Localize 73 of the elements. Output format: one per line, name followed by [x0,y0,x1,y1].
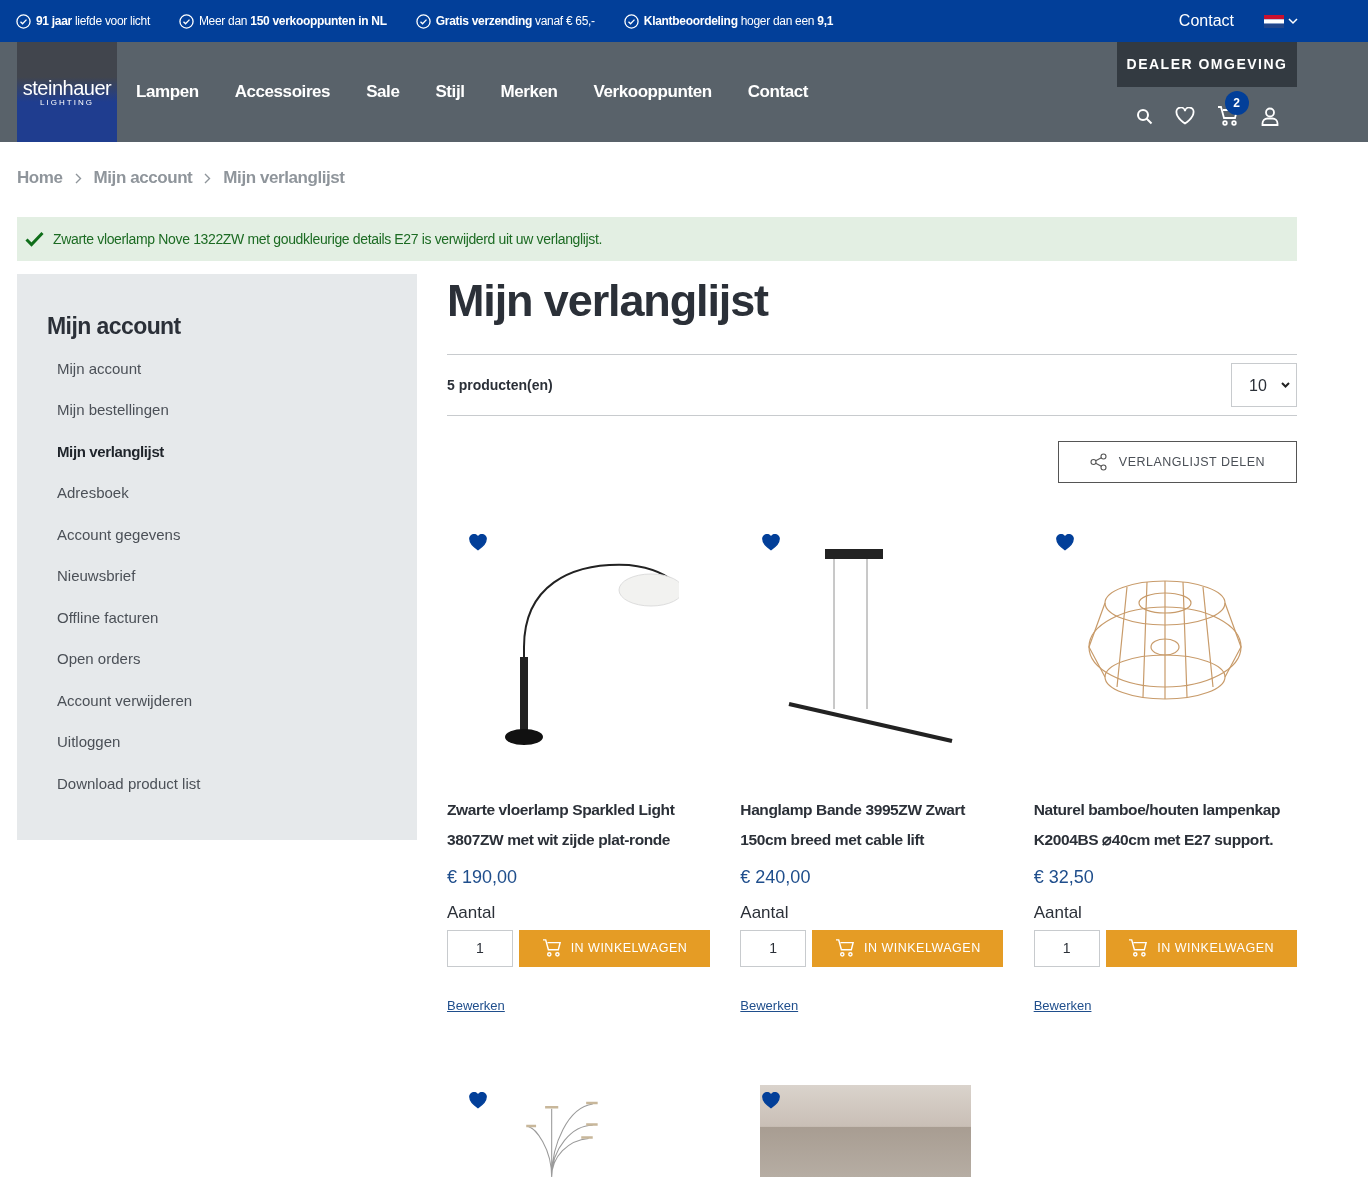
sidebar-link[interactable]: Mijn account [57,357,417,399]
wishlist-heart-icon[interactable] [1055,534,1074,551]
cart-count-badge: 2 [1224,91,1249,115]
chevron-right-icon [74,172,82,184]
sidebar-title: Mijn account [47,312,182,341]
nav-link[interactable]: Merken [500,79,558,105]
message-text: Zwarte vloerlamp Nove 1322ZW met goudkleurige details E27 is verwijderd uit uw verlanglijst. [53,229,603,249]
cart-icon [1128,939,1149,957]
quantity-input[interactable]: 1 [740,929,807,967]
per-page-select[interactable]: 10 [1231,363,1297,407]
quantity-input[interactable]: 1 [1033,929,1100,967]
contact-link[interactable]: Contact [1178,9,1234,33]
usp-text: 91 jaar liefde voor licht [36,13,150,30]
product-price: € 32,50 [1033,866,1095,889]
flag-icon [1264,14,1284,28]
quantity-label: Aantal [1033,902,1083,924]
language-selector[interactable] [1264,14,1298,28]
sidebar-link[interactable]: Nieuwsbrief [57,565,417,607]
cart-icon[interactable] [1216,106,1239,126]
product-count: 5 producten(en) [447,375,553,395]
product-title[interactable]: Zwarte vloerlamp Sparkled Light 3807ZW met wit zijde plat-ronde [447,795,710,855]
check-circle-icon [16,13,31,29]
usp-text: Meer dan 150 verkooppunten in NL [198,13,387,30]
sidebar-link[interactable]: Adresboek [57,482,417,524]
sidebar-link[interactable]: Account verwijderen [57,689,417,731]
nav-link[interactable]: Contact [747,79,808,105]
sidebar-link[interactable]: Mijn bestellingen [57,399,417,441]
nav-link[interactable]: Stijl [435,79,465,105]
sidebar-link[interactable]: Account gegevens [57,523,417,565]
product-title[interactable]: Naturel bamboe/houten lampenkap K2004BS ⌀40cm met E27 support. [1033,795,1297,855]
share-icon [1089,453,1108,471]
wishlist-heart-icon[interactable] [469,534,487,551]
nav-link[interactable]: Sale [366,79,400,105]
product-price: € 190,00 [447,866,519,889]
chevron-down-icon [1281,382,1290,388]
nav-link[interactable]: Verkooppunten [593,79,712,105]
cart-icon [541,939,562,957]
heart-icon[interactable] [1174,107,1195,125]
wishlist-heart-icon[interactable] [762,1092,781,1109]
edit-link[interactable]: Bewerken [1033,995,1092,1015]
product-price: € 240,00 [740,866,812,889]
check-circle-icon [178,13,194,29]
sidebar-link[interactable]: Mijn verlanglijst [57,440,417,482]
search-icon[interactable] [1135,107,1153,125]
sidebar-link[interactable]: Offline facturen [57,606,417,648]
sidebar-link[interactable]: Open orders [57,648,417,690]
usp-text: Gratis verzending vanaf € 65,- [435,13,595,30]
dealer-button[interactable]: DEALER OMGEVING [1117,42,1297,87]
quantity-label: Aantal [740,902,790,924]
logo-text: steinhauer [22,77,112,98]
user-icon[interactable] [1260,106,1279,126]
wishlist-heart-icon[interactable] [762,534,781,551]
product-title[interactable]: Hanglamp Bande 3995ZW Zwart 150cm breed met cable lift [740,795,1004,855]
nav-link[interactable]: Lampen [136,79,199,105]
checkmark-icon [25,231,44,247]
wishlist-heart-icon[interactable] [469,1092,487,1109]
check-circle-icon [415,13,431,29]
share-wishlist-button[interactable]: VERLANGLIJST DELEN [1058,441,1297,483]
page-title: Mijn verlanglijst [447,274,770,328]
chevron-down-icon [1288,17,1298,25]
logo-tagline: LIGHTING [40,97,94,107]
usp-text: Klantbeoordeling hoger dan een 9,1 [643,13,834,30]
sidebar-link[interactable]: Uitloggen [57,731,417,773]
check-circle-icon [623,13,639,29]
sidebar-link[interactable]: Download product list [57,772,417,814]
chevron-right-icon [204,172,212,184]
quantity-label: Aantal [447,902,497,924]
logo[interactable]: steinhauer LIGHTING [17,42,117,142]
nav-link[interactable]: Accessoires [234,79,331,105]
cart-icon [834,939,855,957]
quantity-input[interactable]: 1 [447,929,513,967]
edit-link[interactable]: Bewerken [740,995,799,1015]
edit-link[interactable]: Bewerken [447,995,505,1015]
